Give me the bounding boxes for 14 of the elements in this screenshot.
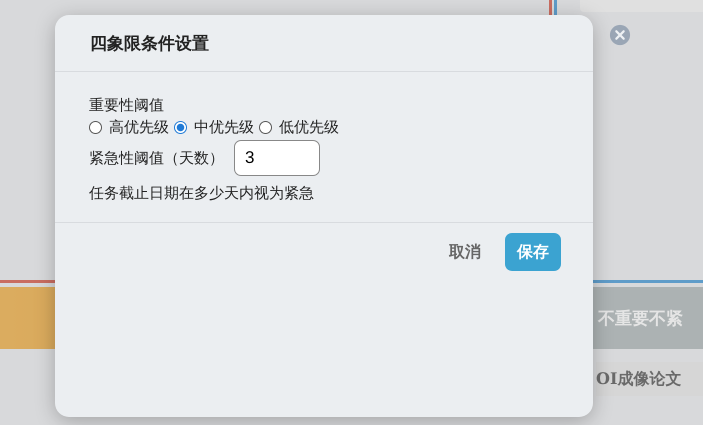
radio-label[interactable]: 高优先级	[109, 116, 169, 138]
days-input-field[interactable]: 3	[234, 140, 320, 176]
urgency-label: 紧急性阈值（天数）	[89, 148, 224, 168]
radio-label[interactable]: 中优先级	[194, 116, 254, 138]
radio-label[interactable]: 低优先级	[279, 116, 339, 138]
quadrant-title: 不重要不紧	[598, 308, 683, 330]
radio-button[interactable]	[89, 120, 102, 134]
task-title: OI成像论文	[596, 362, 703, 396]
dialog-title: 四象限条件设置	[90, 32, 209, 54]
radio-button[interactable]	[259, 120, 272, 134]
urgency-hint: 任务截止日期在多少天内视为紧急	[89, 183, 315, 204]
importance-label: 重要性阈值	[89, 95, 165, 116]
radio-button[interactable]	[174, 120, 187, 134]
cancel-button[interactable]: 取消	[437, 233, 493, 271]
